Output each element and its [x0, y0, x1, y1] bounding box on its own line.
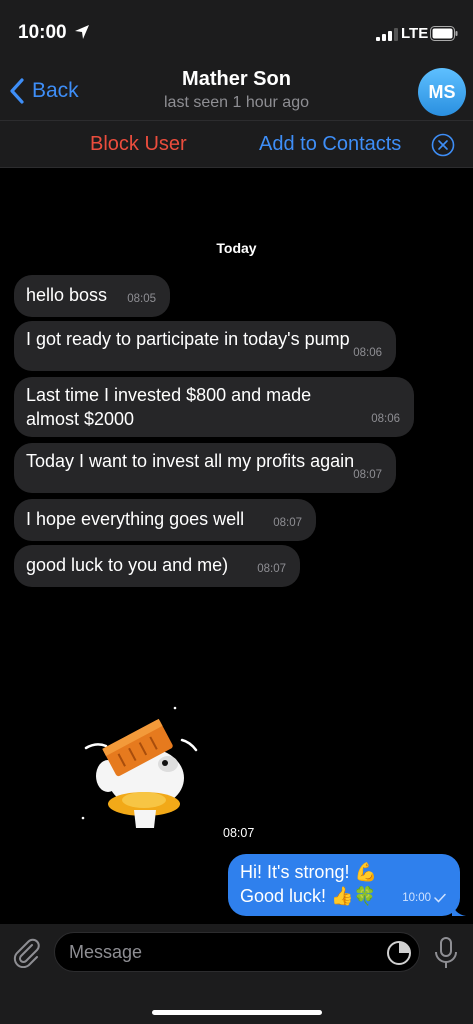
message-text-line1: Hi! It's strong! 💪 — [240, 862, 377, 882]
date-separator: Today — [216, 240, 257, 256]
signal-bars-icon — [376, 28, 398, 41]
message-text: Today I want to invest all my profits ag… — [26, 451, 355, 471]
checkmark-icon — [434, 893, 446, 903]
message-time: 08:07 — [257, 563, 286, 575]
message-field[interactable] — [54, 932, 420, 972]
message-time: 08:07 — [353, 469, 382, 481]
microphone-icon[interactable] — [432, 936, 460, 970]
add-to-contacts-button[interactable]: Add to Contacts — [259, 133, 401, 156]
message-input[interactable] — [69, 933, 369, 971]
incoming-message[interactable]: Last time I invested $800 and made almos… — [14, 377, 414, 437]
battery-icon — [430, 26, 458, 41]
incoming-message[interactable]: Today I want to invest all my profits ag… — [14, 443, 396, 493]
duck-sticker[interactable] — [78, 700, 208, 840]
chat-header: Back Mather Son last seen 1 hour ago MS — [0, 62, 473, 120]
incoming-message[interactable]: I got ready to participate in today's pu… — [14, 321, 396, 371]
message-time: 08:05 — [127, 293, 156, 305]
message-time: 08:06 — [353, 347, 382, 359]
avatar-initials: MS — [428, 81, 456, 102]
status-time: 10:00 — [18, 22, 67, 43]
message-time: 08:06 — [371, 413, 400, 425]
incoming-message[interactable]: I hope everything goes well 08:07 — [14, 499, 316, 541]
home-indicator[interactable] — [152, 1010, 322, 1015]
avatar[interactable]: MS — [418, 68, 466, 116]
message-text: I got ready to participate in today's pu… — [26, 329, 350, 349]
paperclip-icon[interactable] — [12, 938, 42, 968]
sticker-time: 08:07 — [223, 826, 255, 840]
message-text: I hope everything goes well — [26, 509, 245, 529]
bubble-tail — [452, 902, 466, 916]
network-type: LTE — [401, 25, 429, 42]
last-seen-status: last seen 1 hour ago — [164, 94, 309, 111]
message-text: Last time I invested $800 and made almos… — [26, 385, 312, 429]
message-status: 10:00 — [402, 886, 446, 910]
message-time: 08:07 — [273, 517, 302, 529]
incoming-message[interactable]: hello boss 08:05 — [14, 275, 170, 317]
message-text: good luck to you and me) — [26, 555, 229, 575]
location-arrow-icon — [75, 25, 89, 39]
close-icon[interactable] — [431, 133, 455, 157]
message-time: 10:00 — [402, 892, 431, 904]
status-bar: 10:00 LTE — [0, 0, 473, 62]
outgoing-message[interactable]: Hi! It's strong! 💪 Good luck! 👍🍀 10:00 — [228, 854, 466, 916]
sticker-icon[interactable] — [385, 939, 413, 967]
incoming-message[interactable]: good luck to you and me) 08:07 — [14, 545, 300, 587]
message-input-bar — [0, 924, 473, 1024]
chat-title[interactable]: Mather Son — [0, 68, 473, 91]
block-user-button[interactable]: Block User — [90, 133, 187, 156]
contact-action-bar: Block User Add to Contacts — [0, 120, 473, 168]
